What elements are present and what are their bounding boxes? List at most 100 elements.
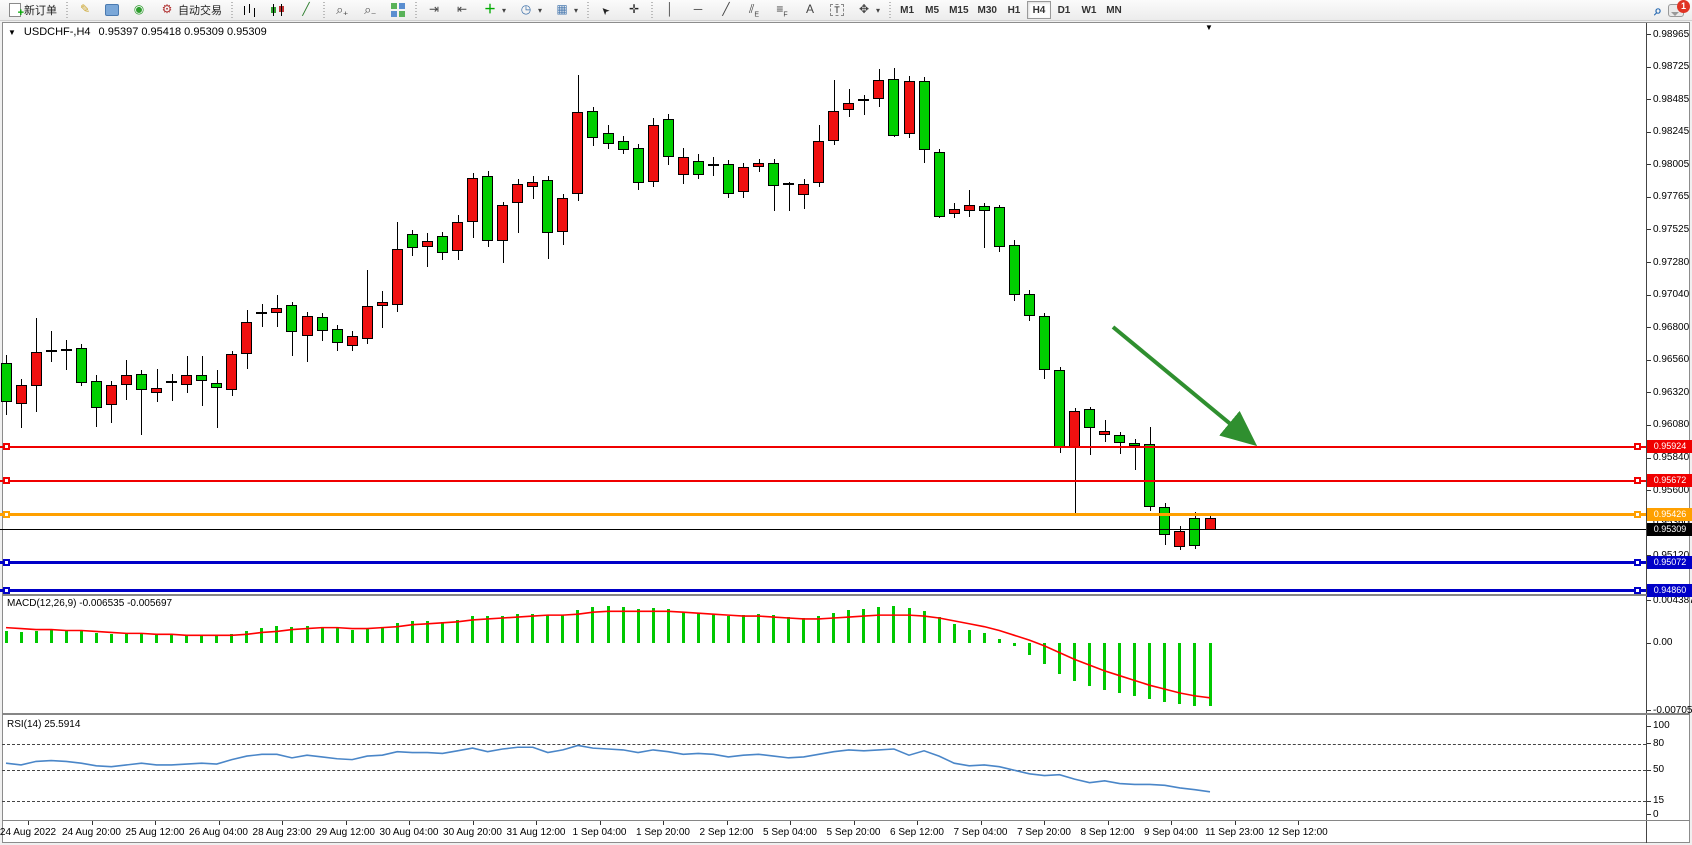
timeframe-button-m15[interactable]: M15 [945,1,972,19]
zoom-out-button[interactable]: ⌕₋ [357,1,383,20]
time-label: 1 Sep 20:00 [636,827,690,838]
horizontal-line-0.95924[interactable] [0,446,1646,448]
time-label: 30 Aug 04:00 [380,827,439,838]
horizontal-line-0.95072[interactable] [0,561,1646,564]
text-label-tool-button[interactable]: T [825,1,849,20]
auto-trading-button[interactable]: ⚙ 自动交易 [154,1,227,20]
price-line-badge: 0.95672 [1647,474,1692,487]
macd-histogram-bar [396,623,399,643]
tile-windows-button[interactable] [385,1,411,20]
line-handle[interactable] [3,511,10,518]
templates-button[interactable]: ▦▾ [549,1,583,20]
macd-histogram-bar [622,607,625,643]
cursor-tool-button[interactable]: ➤ [593,1,619,20]
fibonacci-tool-button[interactable]: ≡F [769,1,795,20]
crayon-tool-button[interactable]: ✎ [72,1,98,20]
candle [1084,409,1095,428]
candle [949,209,960,214]
candle [136,374,147,390]
macd-histogram-bar [80,631,83,643]
timeframe-button-m1[interactable]: M1 [895,1,919,19]
trendline-tool-button[interactable]: ╱ [713,1,739,20]
doji-candle [61,349,72,351]
indicators-button[interactable]: ＋▾ [477,1,511,20]
candle [241,322,252,353]
zoom-in-button[interactable]: ⌕₊ [329,1,355,20]
timeframe-button-m30[interactable]: M30 [974,1,1001,19]
horizontal-line-0.95309[interactable] [0,529,1646,530]
auto-scroll-icon: ⇥ [426,2,442,18]
line-handle[interactable] [1634,559,1641,566]
candle [798,184,809,195]
timeframe-button-mn[interactable]: MN [1102,1,1126,19]
timeframe-button-d1[interactable]: D1 [1052,1,1076,19]
time-label: 2 Sep 12:00 [700,827,754,838]
macd-histogram-bar [667,609,670,643]
candle [467,178,478,223]
new-order-button[interactable]: 新订单 [4,1,62,20]
channel-tool-button[interactable]: ⫽E [741,1,767,20]
candle [482,176,493,241]
macd-histogram-bar [1013,643,1016,646]
doji-candle [783,183,794,185]
candle [1099,431,1110,435]
line-chart-button[interactable]: ╱ [293,1,319,20]
horizontal-line-tool-button[interactable]: ─ [685,1,711,20]
price-tick-label: 0.97280 [1653,257,1689,268]
rsi-tick-label: 100 [1653,720,1670,731]
price-tick-label: 0.98485 [1653,94,1689,105]
timeframe-button-h1[interactable]: H1 [1002,1,1026,19]
time-label: 7 Sep 20:00 [1017,827,1071,838]
line-handle[interactable] [1634,443,1641,450]
rsi-pane-separator[interactable] [2,713,1690,715]
line-handle[interactable] [1634,477,1641,484]
timeframe-button-h4[interactable]: H4 [1027,1,1051,19]
line-handle[interactable] [3,477,10,484]
line-handle[interactable] [3,443,10,450]
line-handle[interactable] [1634,511,1641,518]
chart-shift-button[interactable]: ⇤ [449,1,475,20]
chat-icon[interactable]: 1 [1668,4,1684,17]
macd-histogram-bar [832,613,835,643]
candle [1054,370,1065,447]
macd-pane-separator[interactable] [2,594,1690,596]
candle [31,352,42,386]
vertical-line-tool-button[interactable]: │ [657,1,683,20]
price-tick-label: 0.98725 [1653,61,1689,72]
timeframe-button-m5[interactable]: M5 [920,1,944,19]
crosshair-tool-button[interactable]: ✛ [621,1,647,20]
chart-window[interactable] [2,22,1690,843]
macd-histogram-bar [697,613,700,643]
candle [452,222,463,250]
shapes-tool-button[interactable]: ✥▾ [851,1,885,20]
candle [678,157,689,175]
text-tool-button[interactable]: A [797,1,823,20]
template-icon: ▦ [554,2,570,18]
periods-button[interactable]: ◷▾ [513,1,547,20]
horizontal-line-0.95426[interactable] [0,513,1646,516]
dropdown-arrow-icon: ▾ [538,6,542,15]
macd-histogram-bar [607,606,610,643]
line-handle[interactable] [3,559,10,566]
collapse-triangle-icon[interactable]: ▼ [8,28,16,37]
signals-button[interactable]: ◉ [126,1,152,20]
search-icon[interactable]: ⌕ [1654,2,1662,19]
time-label: 6 Sep 12:00 [890,827,944,838]
publish-button[interactable] [100,1,124,20]
candle-wick [789,182,790,212]
horizontal-line-0.95672[interactable] [0,480,1646,482]
bar-chart-button[interactable] [237,1,263,20]
price-tick-label: 0.96560 [1653,354,1689,365]
candlestick-chart-button[interactable] [265,1,291,20]
notification-badge: 1 [1677,0,1690,13]
zoom-out-icon: ⌕₋ [362,2,378,18]
timeframe-button-w1[interactable]: W1 [1077,1,1101,19]
time-label: 30 Aug 20:00 [443,827,502,838]
macd-histogram-bar [772,615,775,643]
rsi-level-line [2,801,1646,802]
macd-histogram-bar [757,614,760,643]
macd-histogram-bar [516,614,519,643]
horizontal-line-0.94860[interactable] [0,589,1646,592]
auto-scroll-button[interactable]: ⇥ [421,1,447,20]
candle [738,167,749,193]
